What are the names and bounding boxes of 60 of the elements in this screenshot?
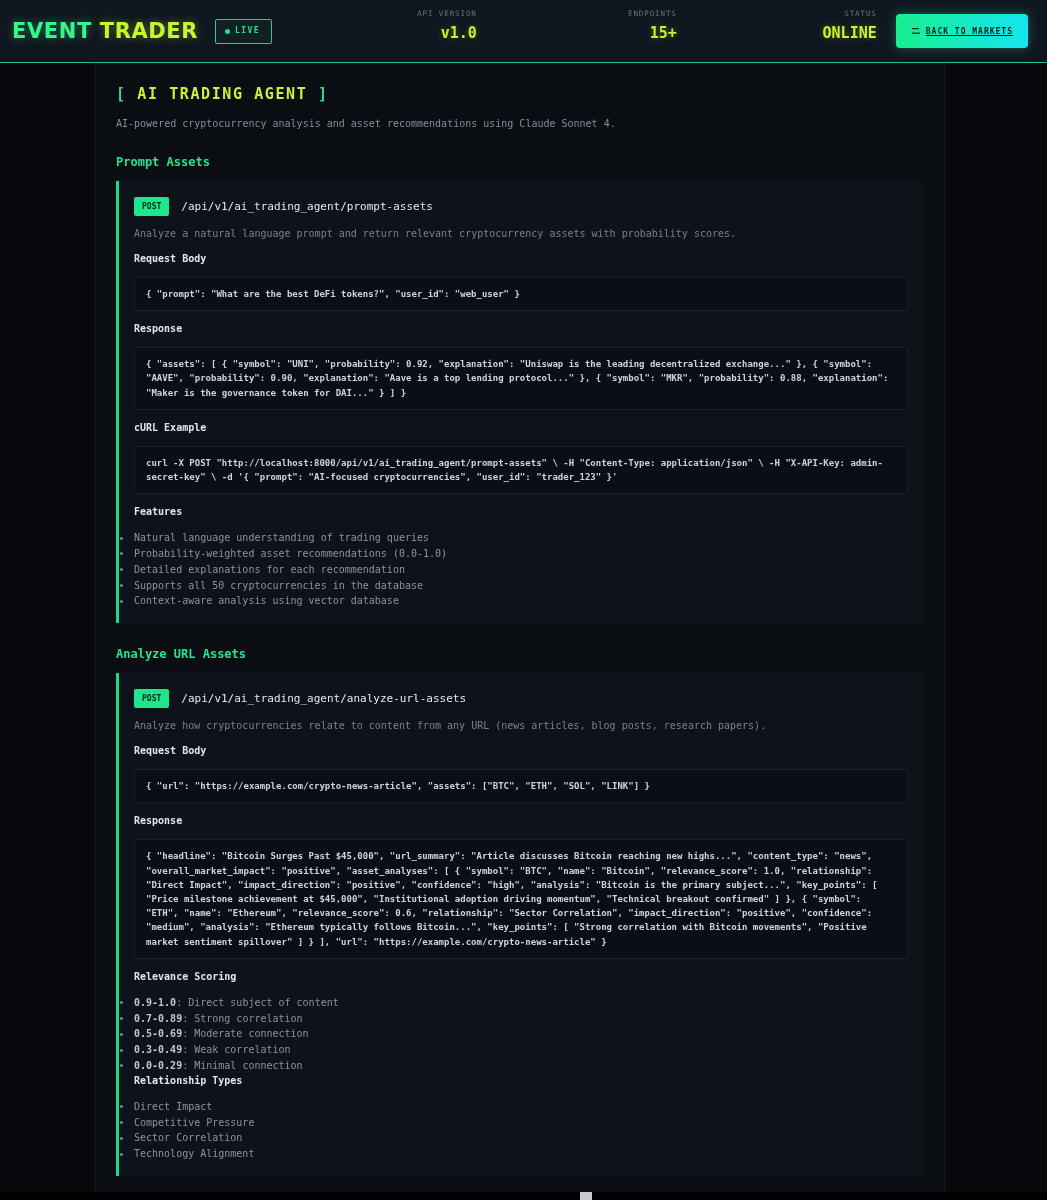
list-item: 0.3-0.49: Weak correlation	[134, 1043, 291, 1058]
bullet-icon	[120, 1001, 123, 1005]
back-button[interactable]: BACK TO MARKETS	[895, 14, 1028, 48]
block-heading: Response	[134, 322, 184, 337]
code-block: { "headline": "Bitcoin Surges Past $45,000", "url_summary": "Article discusses Bitcoin reaching new highs...", "content_type": "news", "overall_market_impact": "positive", "asset_analyses": [ { "symbol": "BTC", "name": "Bitcoin", "relevance_score": 1.0, "relationship": "Direct Impact", "impact_direction": "positive", "confidence": "high", "analysis": "Bitcoin is the primary subject...", "key_points": [ "Price milestone achievement at $45,000", "Institutional adoption driving momentum", "Technical breakout confirmed" ] }, { "symbol": "ETH", "name": "Ethereum", "relevance_score": 0.6, "relationship": "Sector Correlation", "impact_direction": "positive", "confidence": "medium", "analysis": "Ethereum typically follows Bitcoin...", "key_points": [ "Strong correlation with Bitcoin movements", "Positive market sentiment spillover" ] } ], "url": "https://example.com/crypto-news-article" }	[134, 839, 908, 959]
code-block: { "assets": [ { "symbol": "UNI", "probability": 0.92, "explanation": "Uniswap is the leading decentralized exchange..." }, { "symbol": "AAVE", "probability": 0.90, "explanation": "Aave is a top lending protocol..." }, { "symbol": "MKR", "probability": 0.88, "explanation": "Maker is the governance token for DAI..." } ] }	[134, 347, 908, 410]
bullet-icon	[120, 1017, 123, 1020]
live-label: LIVE	[235, 26, 260, 36]
list-item: 0.7-0.89: Strong correlation	[134, 1011, 303, 1026]
endpoint-description: Analyze a natural language prompt and return relevant cryptocurrency assets with probability scores.	[134, 227, 738, 241]
method-badge: POST	[134, 689, 170, 709]
bullet-icon	[120, 536, 123, 540]
page-title: [ AI TRADING AGENT ]	[116, 84, 330, 104]
bullet-icon	[120, 1136, 123, 1140]
list-item: Direct Impact	[134, 1099, 213, 1114]
bullet-icon	[120, 1121, 123, 1124]
bullet-icon	[120, 599, 123, 603]
endpoint-path: /api/v1/ai_trading_agent/prompt-assets	[181, 198, 433, 215]
block-heading: Response	[134, 814, 184, 829]
list-item: 0.0-0.29: Minimal connection	[134, 1059, 303, 1073]
endpoint-description: Analyze how cryptocurrencies relate to content from any URL (news articles, blog posts, research papers).	[134, 719, 768, 734]
block-heading: Request Body	[134, 744, 208, 759]
bullet-icon	[120, 552, 123, 556]
lines-icon	[911, 28, 920, 34]
list-item: Detailed explanations for each recommendation	[134, 562, 405, 577]
block-heading: cURL Example	[134, 420, 208, 435]
block-heading: Relationship Types	[134, 1073, 244, 1088]
bullet-icon	[120, 1105, 123, 1109]
list-item: Competitive Pressure	[134, 1115, 255, 1130]
bullet-icon	[120, 1032, 123, 1036]
list-item: 0.9-1.0: Direct subject of content	[134, 995, 339, 1010]
block-heading: Request Body	[134, 252, 208, 266]
scrollbar-thumb[interactable]	[580, 1192, 592, 1200]
stat-value: ONLINE	[822, 25, 877, 41]
bullet-icon	[120, 584, 123, 587]
block-heading: Relevance Scoring	[134, 969, 238, 984]
list-item: Technology Alignment	[134, 1147, 255, 1162]
code-block: { "url": "https://example.com/crypto-news-article", "assets": ["BTC", "ETH", "SOL", "LINK"] }	[134, 769, 908, 804]
bullet-icon	[120, 1048, 123, 1052]
logo-text: EVENT TRADER	[12, 18, 199, 44]
block-heading: Features	[134, 505, 184, 520]
list-item: Sector Correlation	[134, 1131, 243, 1146]
section-heading: Prompt Assets	[116, 154, 211, 170]
page-description: AI-powered cryptocurrency analysis and asset recommendations using Claude Sonnet 4.	[116, 117, 617, 131]
code-block: curl -X POST "http://localhost:8000/api/v1/ai_trading_agent/prompt-assets" \ -H "Content-Type: application/json" \ -H "X-API-Key: admin-secret-key" \ -d '{ "prompt": "AI-focused cryptocurrencies", "user_id": "trader_123" }'	[134, 445, 908, 495]
list-item: Probability-weighted asset recommendations (0.0-1.0)	[134, 547, 448, 561]
bullet-icon	[120, 1064, 123, 1068]
code-block: { "prompt": "What are the best DeFi tokens?", "user_id": "web_user" }	[134, 277, 908, 312]
list-item: 0.5-0.69: Moderate connection	[134, 1027, 309, 1042]
status-dot-icon	[225, 28, 231, 34]
list-item: Supports all 50 cryptocurrencies in the database	[134, 578, 423, 593]
list-item: Context-aware analysis using vector database	[134, 594, 399, 609]
stat-value: 15+	[649, 25, 677, 41]
endpoint-path: /api/v1/ai_trading_agent/analyze-url-assets	[181, 690, 467, 707]
method-badge: POST	[134, 197, 170, 216]
bullet-icon	[120, 568, 123, 572]
section-heading: Analyze URL Assets	[116, 646, 248, 663]
stat-value: v1.0	[440, 25, 477, 41]
list-item: Natural language understanding of trading queries	[134, 531, 429, 546]
bullet-icon	[120, 1152, 123, 1156]
